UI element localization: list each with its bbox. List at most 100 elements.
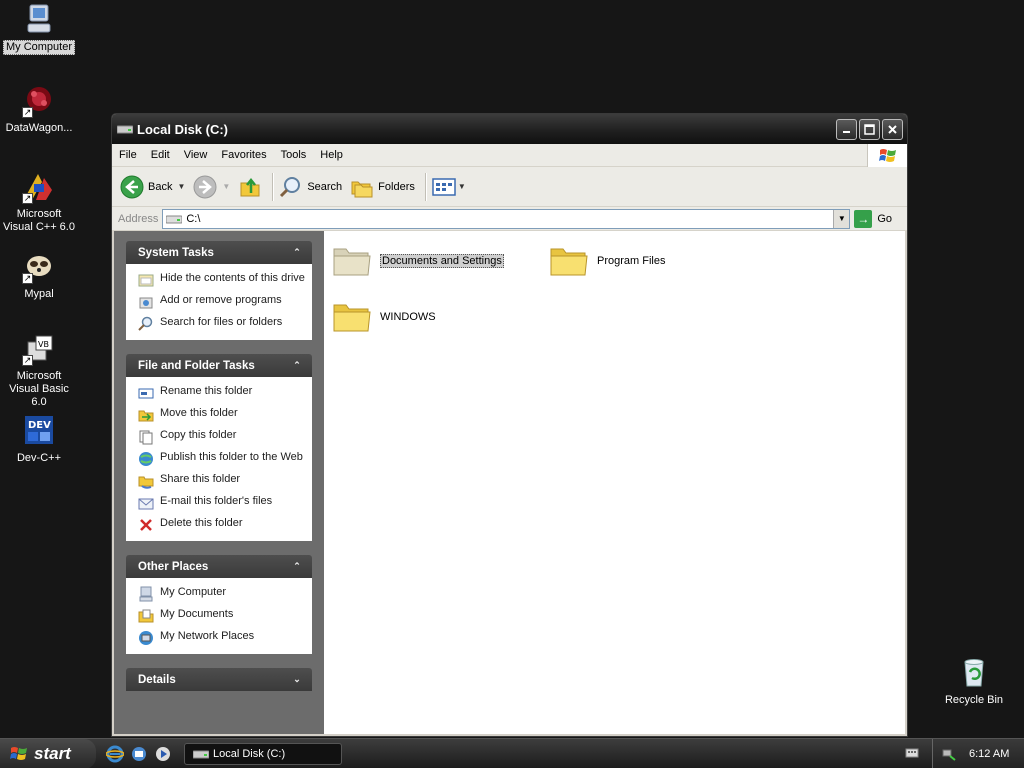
chevron-down-icon[interactable]: ▼ <box>222 182 230 191</box>
datawagon-icon: ↗ <box>22 84 56 118</box>
folder-item[interactable]: Program Files <box>549 241 665 281</box>
go-button[interactable]: → Go <box>854 209 892 228</box>
folder-item[interactable]: WINDOWS <box>332 297 436 337</box>
chevron-down-icon[interactable]: ▼ <box>177 182 185 191</box>
menu-help[interactable]: Help <box>313 149 350 161</box>
menu-edit[interactable]: Edit <box>144 149 177 161</box>
task-publish-folder[interactable]: Publish this folder to the Web <box>138 451 306 467</box>
place-my-documents[interactable]: My Documents <box>138 608 306 624</box>
close-button[interactable] <box>882 118 903 140</box>
recycle-bin-icon <box>957 656 991 690</box>
outlook-express-icon[interactable] <box>130 745 148 763</box>
network-places-icon <box>139 631 153 645</box>
folders-button[interactable]: Folders <box>350 175 415 199</box>
file-list-pane[interactable]: Documents and Settings Program Files WIN… <box>324 231 905 734</box>
system-tasks-panel: System Tasks ⌃ Hide the contents of this… <box>126 241 312 340</box>
task-email-files[interactable]: E-mail this folder's files <box>138 495 306 511</box>
publish-web-icon <box>139 452 153 466</box>
search-button[interactable]: Search <box>279 175 342 199</box>
other-places-header[interactable]: Other Places ⌃ <box>126 555 312 578</box>
file-folder-tasks-header[interactable]: File and Folder Tasks ⌃ <box>126 354 312 377</box>
menu-file[interactable]: File <box>112 149 144 161</box>
menu-bar: File Edit View Favorites Tools Help <box>112 144 907 167</box>
task-pane: System Tasks ⌃ Hide the contents of this… <box>114 231 324 734</box>
visual-basic-icon: VB ↗ <box>22 332 56 366</box>
place-my-computer[interactable]: My Computer <box>138 586 306 602</box>
drive-icon <box>166 215 183 223</box>
place-my-network-places[interactable]: My Network Places <box>138 630 306 646</box>
file-folder-tasks-panel: File and Folder Tasks ⌃ Rename this fold… <box>126 354 312 541</box>
keyboard-icon[interactable] <box>905 746 919 758</box>
views-button[interactable]: ▼ <box>432 177 466 197</box>
folder-item[interactable]: Documents and Settings <box>332 241 504 281</box>
minimize-icon <box>843 130 850 133</box>
minimize-button[interactable] <box>836 118 857 140</box>
desktop-icon-dev-cpp[interactable]: DEV Dev-C++ <box>0 414 79 465</box>
search-icon <box>280 176 301 197</box>
shortcut-arrow-icon: ↗ <box>22 273 33 284</box>
address-input[interactable]: C:\ ▼ <box>162 208 851 229</box>
rename-icon <box>138 388 154 399</box>
copy-icon <box>139 430 153 445</box>
dev-cpp-icon: DEV <box>22 414 56 448</box>
clock[interactable]: 6:12 AM <box>969 748 1009 760</box>
task-share-folder[interactable]: Share this folder <box>138 473 306 489</box>
folder-name: Program Files <box>597 255 666 267</box>
shortcut-arrow-icon: ↗ <box>22 193 33 204</box>
drive-icon <box>117 125 133 134</box>
collapse-chevron-icon[interactable]: ⌃ <box>290 358 304 372</box>
back-label: Back <box>148 180 173 193</box>
desktop-icon-my-computer[interactable]: My Computer <box>0 2 79 55</box>
forward-button[interactable]: ▼ <box>193 175 230 199</box>
quick-launch <box>106 745 178 763</box>
views-icon <box>432 177 456 196</box>
mypal-icon: ↗ <box>22 250 56 284</box>
media-player-icon[interactable] <box>154 745 172 763</box>
task-move-folder[interactable]: Move this folder <box>138 407 306 423</box>
my-computer-icon <box>22 2 56 36</box>
start-button[interactable]: start <box>0 738 96 768</box>
desktop-icon-mypal[interactable]: ↗ Mypal <box>0 250 79 301</box>
toolbar-separator <box>424 172 426 201</box>
up-folder-button[interactable] <box>238 175 262 199</box>
details-header[interactable]: Details ⌄ <box>126 668 312 691</box>
network-tray-icon[interactable] <box>941 746 957 762</box>
title-bar[interactable]: Local Disk (C:) <box>112 114 907 144</box>
desktop-icon-visual-basic[interactable]: VB ↗ Microsoft Visual Basic 6.0 <box>0 332 79 409</box>
toolbar-separator <box>272 172 274 201</box>
desktop-icon-label: Recycle Bin <box>944 694 1004 706</box>
collapse-chevron-icon[interactable]: ⌃ <box>290 559 304 573</box>
task-search-files[interactable]: Search for files or folders <box>138 316 306 332</box>
back-arrow-icon <box>120 175 144 198</box>
task-add-remove-programs[interactable]: Add or remove programs <box>138 294 306 310</box>
windows-logo-icon <box>10 746 27 760</box>
expand-chevron-icon[interactable]: ⌄ <box>290 672 304 686</box>
hide-contents-icon <box>138 274 154 287</box>
forward-arrow-icon <box>193 175 217 198</box>
collapse-chevron-icon[interactable]: ⌃ <box>290 245 304 259</box>
menu-view[interactable]: View <box>177 149 215 161</box>
task-delete-folder[interactable]: Delete this folder <box>138 517 306 533</box>
desktop-icon-datawagon[interactable]: ↗ DataWagon... <box>0 84 79 135</box>
address-dropdown-button[interactable]: ▼ <box>833 209 850 228</box>
task-copy-folder[interactable]: Copy this folder <box>138 429 306 445</box>
address-bar: Address C:\ ▼ → Go <box>112 207 907 231</box>
internet-explorer-icon[interactable] <box>106 745 124 763</box>
search-label: Search <box>307 180 343 193</box>
system-tasks-header[interactable]: System Tasks ⌃ <box>126 241 312 264</box>
menu-favorites[interactable]: Favorites <box>214 149 273 161</box>
desktop-icon-label: Mypal <box>24 288 54 300</box>
chevron-down-icon[interactable]: ▼ <box>458 182 466 191</box>
back-button[interactable]: Back ▼ <box>120 175 185 199</box>
desktop-icon-recycle-bin[interactable]: Recycle Bin <box>934 656 1014 707</box>
taskbar-task-local-disk[interactable]: Local Disk (C:) <box>184 742 342 765</box>
menu-tools[interactable]: Tools <box>274 149 314 161</box>
maximize-button[interactable] <box>859 118 880 140</box>
task-rename-folder[interactable]: Rename this folder <box>138 385 306 401</box>
task-hide-contents[interactable]: Hide the contents of this drive <box>138 272 306 288</box>
panel-title: Details <box>138 673 176 686</box>
panel-body: Hide the contents of this drive Add or r… <box>126 264 312 340</box>
panel-body: My Computer My Documents My Network Plac… <box>126 578 312 654</box>
desktop-icon-visual-cpp[interactable]: ↗ Microsoft Visual C++ 6.0 <box>0 170 79 234</box>
search-icon <box>138 316 153 331</box>
